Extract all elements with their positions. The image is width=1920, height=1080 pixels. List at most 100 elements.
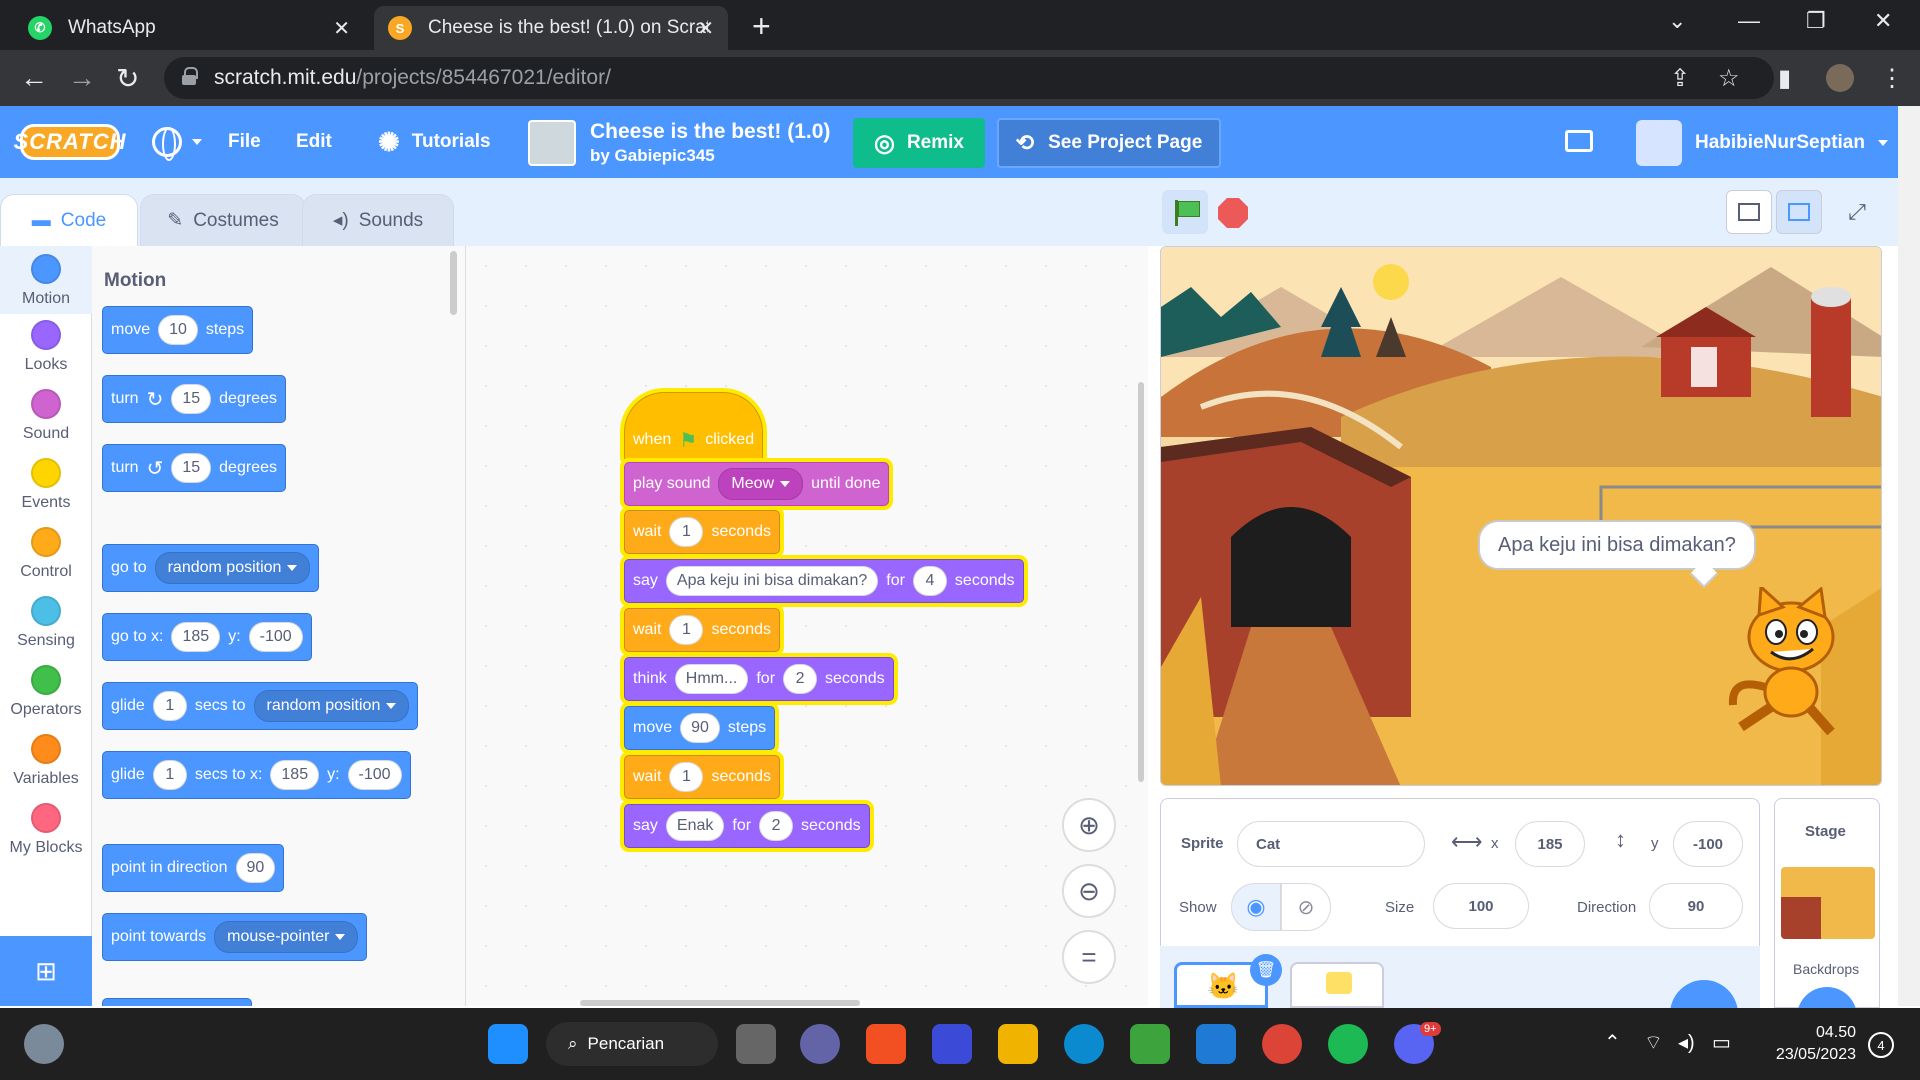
my-stuff-folder-icon[interactable] (1565, 130, 1593, 152)
close-window-icon[interactable]: ✕ (1874, 8, 1892, 34)
stage-backdrop-thumbnail[interactable] (1781, 867, 1875, 939)
category-motion[interactable]: Motion (0, 246, 92, 314)
category-sound[interactable]: Sound (0, 385, 92, 451)
size-input[interactable]: 100 (1433, 883, 1529, 929)
say-seconds-input[interactable]: 2 (759, 811, 794, 841)
secs-input[interactable]: 1 (152, 760, 187, 790)
y-position-input[interactable]: -100 (1673, 821, 1743, 867)
category-operators[interactable]: Operators (0, 661, 92, 727)
block-wait[interactable]: wait 1 seconds (624, 755, 781, 799)
reload-icon[interactable]: ↻ (116, 62, 139, 95)
x-input[interactable]: 185 (270, 760, 320, 790)
notification-count[interactable]: 4 (1868, 1032, 1894, 1058)
say-text-input[interactable]: Enak (665, 811, 725, 841)
remix-button[interactable]: ◎ Remix (853, 118, 985, 168)
tab-search-icon[interactable]: ⌄ (1668, 8, 1686, 34)
goto-dropdown[interactable]: random position (154, 552, 311, 584)
taskbar-search[interactable]: ⌕ Pencarian (546, 1022, 718, 1066)
share-icon[interactable]: ⇪ (1670, 64, 1690, 93)
taskbar-clock[interactable]: 04.50 23/05/2023 (1752, 1022, 1856, 1066)
block-move-steps[interactable]: move 10 steps (102, 306, 254, 354)
category-looks[interactable]: Looks (0, 316, 92, 382)
script-horizontal-scrollbar[interactable] (580, 1000, 860, 1006)
block-move-steps[interactable]: move 90 steps (624, 706, 776, 750)
secs-input[interactable]: 1 (152, 691, 187, 721)
cat-sprite[interactable] (1721, 587, 1861, 737)
script-area[interactable] (466, 246, 1148, 1006)
see-project-page-button[interactable]: ⟲ See Project Page (997, 118, 1221, 168)
tab-sounds[interactable]: ◂) Sounds (302, 194, 454, 246)
tab-whatsapp[interactable]: ✆ WhatsApp ✕ (14, 6, 364, 50)
green-flag-button[interactable] (1162, 190, 1208, 234)
wait-input[interactable]: 1 (669, 517, 704, 547)
y-input[interactable]: -100 (347, 760, 402, 790)
block-say-for-seconds[interactable]: say Apa keju ini bisa dimakan? for 4 sec… (624, 559, 1024, 603)
profile-avatar-icon[interactable] (1826, 64, 1854, 92)
wait-input[interactable]: 1 (669, 762, 704, 792)
tray-chevron-icon[interactable]: ⌃ (1604, 1030, 1621, 1055)
small-stage-button[interactable] (1726, 190, 1772, 234)
x-input[interactable]: 185 (171, 622, 221, 652)
add-extension-button[interactable]: ⊞ (0, 936, 92, 1006)
minecraft-icon[interactable] (1130, 1024, 1170, 1064)
weather-icon[interactable] (24, 1024, 64, 1064)
block-glide-to-xy[interactable]: glide 1 secs to x: 185 y: -100 (102, 751, 411, 799)
volume-icon[interactable]: ◂) (1678, 1030, 1695, 1055)
zoom-in-button[interactable]: ⊕ (1062, 798, 1116, 852)
block-point-in-direction[interactable]: point in direction 90 (102, 844, 285, 892)
url-field[interactable]: scratch.mit.edu/projects/854467021/edito… (164, 57, 1774, 99)
tab-scratch[interactable]: S Cheese is the best! (1.0) on Scrat ✕ (374, 6, 728, 50)
hide-sprite-button[interactable]: ⊘ (1281, 883, 1331, 931)
degrees-input[interactable]: 15 (171, 384, 212, 414)
tab-code[interactable]: ▬ Code (0, 194, 138, 246)
vscode-icon[interactable] (1196, 1024, 1236, 1064)
wait-input[interactable]: 1 (669, 615, 704, 645)
sprite-thumb-cheese[interactable] (1290, 962, 1384, 1008)
glide-dropdown[interactable]: random position (253, 690, 410, 722)
category-control[interactable]: Control (0, 523, 92, 589)
delete-sprite-button[interactable]: 🗑 (1250, 954, 1282, 986)
battery-icon[interactable]: ▭ (1712, 1030, 1731, 1055)
chrome-icon[interactable] (1262, 1024, 1302, 1064)
tab-costumes[interactable]: ✎ Costumes (140, 194, 306, 246)
minimize-icon[interactable]: — (1738, 8, 1760, 34)
tutorials-menu[interactable]: ✺ Tutorials (378, 106, 491, 178)
store-icon[interactable] (866, 1024, 906, 1064)
block-partial[interactable] (102, 998, 252, 1006)
towards-dropdown[interactable]: mouse-pointer (214, 921, 359, 953)
bookmark-star-icon[interactable]: ☆ (1718, 64, 1740, 93)
steps-input[interactable]: 10 (158, 315, 198, 345)
wifi-icon[interactable]: ⌔ (1644, 1030, 1663, 1055)
steps-input[interactable]: 90 (680, 713, 720, 743)
block-play-sound-until-done[interactable]: play sound Meow until done (624, 462, 890, 506)
direction-input[interactable]: 90 (1649, 883, 1743, 929)
restore-icon[interactable]: ❐ (1806, 8, 1826, 34)
spotify-icon[interactable] (1328, 1024, 1368, 1064)
language-menu[interactable] (152, 106, 202, 178)
zoom-reset-button[interactable]: = (1062, 930, 1116, 984)
large-stage-button[interactable] (1776, 190, 1822, 234)
new-tab-icon[interactable]: + (752, 8, 771, 45)
block-go-to[interactable]: go to random position (102, 544, 320, 592)
palette-scrollbar[interactable] (450, 251, 457, 315)
block-turn-right[interactable]: turn ↻ 15 degrees (102, 375, 286, 423)
task-view-icon[interactable] (736, 1024, 776, 1064)
side-panel-icon[interactable]: ▮ (1778, 64, 1791, 93)
think-text-input[interactable]: Hmm... (674, 664, 749, 694)
file-explorer-icon[interactable] (998, 1024, 1038, 1064)
block-say-for-seconds[interactable]: say Enak for 2 seconds (624, 804, 870, 848)
close-tab-icon[interactable]: ✕ (697, 16, 714, 41)
y-input[interactable]: -100 (248, 622, 303, 652)
block-wait[interactable]: wait 1 seconds (624, 608, 781, 652)
file-menu[interactable]: File (228, 106, 261, 178)
block-point-towards[interactable]: point towards mouse-pointer (102, 913, 368, 961)
block-think-for-seconds[interactable]: think Hmm... for 2 seconds (624, 657, 894, 701)
chrome-menu-icon[interactable]: ⋮ (1880, 64, 1904, 93)
forward-icon[interactable]: → (68, 62, 96, 94)
user-avatar[interactable] (1636, 120, 1682, 166)
block-when-flag-clicked[interactable]: when ⚑ clicked (624, 392, 764, 462)
scratch-logo[interactable]: SCRATCH (14, 124, 125, 160)
category-events[interactable]: Events (0, 454, 92, 520)
category-sensing[interactable]: Sensing (0, 592, 92, 658)
say-text-input[interactable]: Apa keju ini bisa dimakan? (665, 566, 879, 596)
